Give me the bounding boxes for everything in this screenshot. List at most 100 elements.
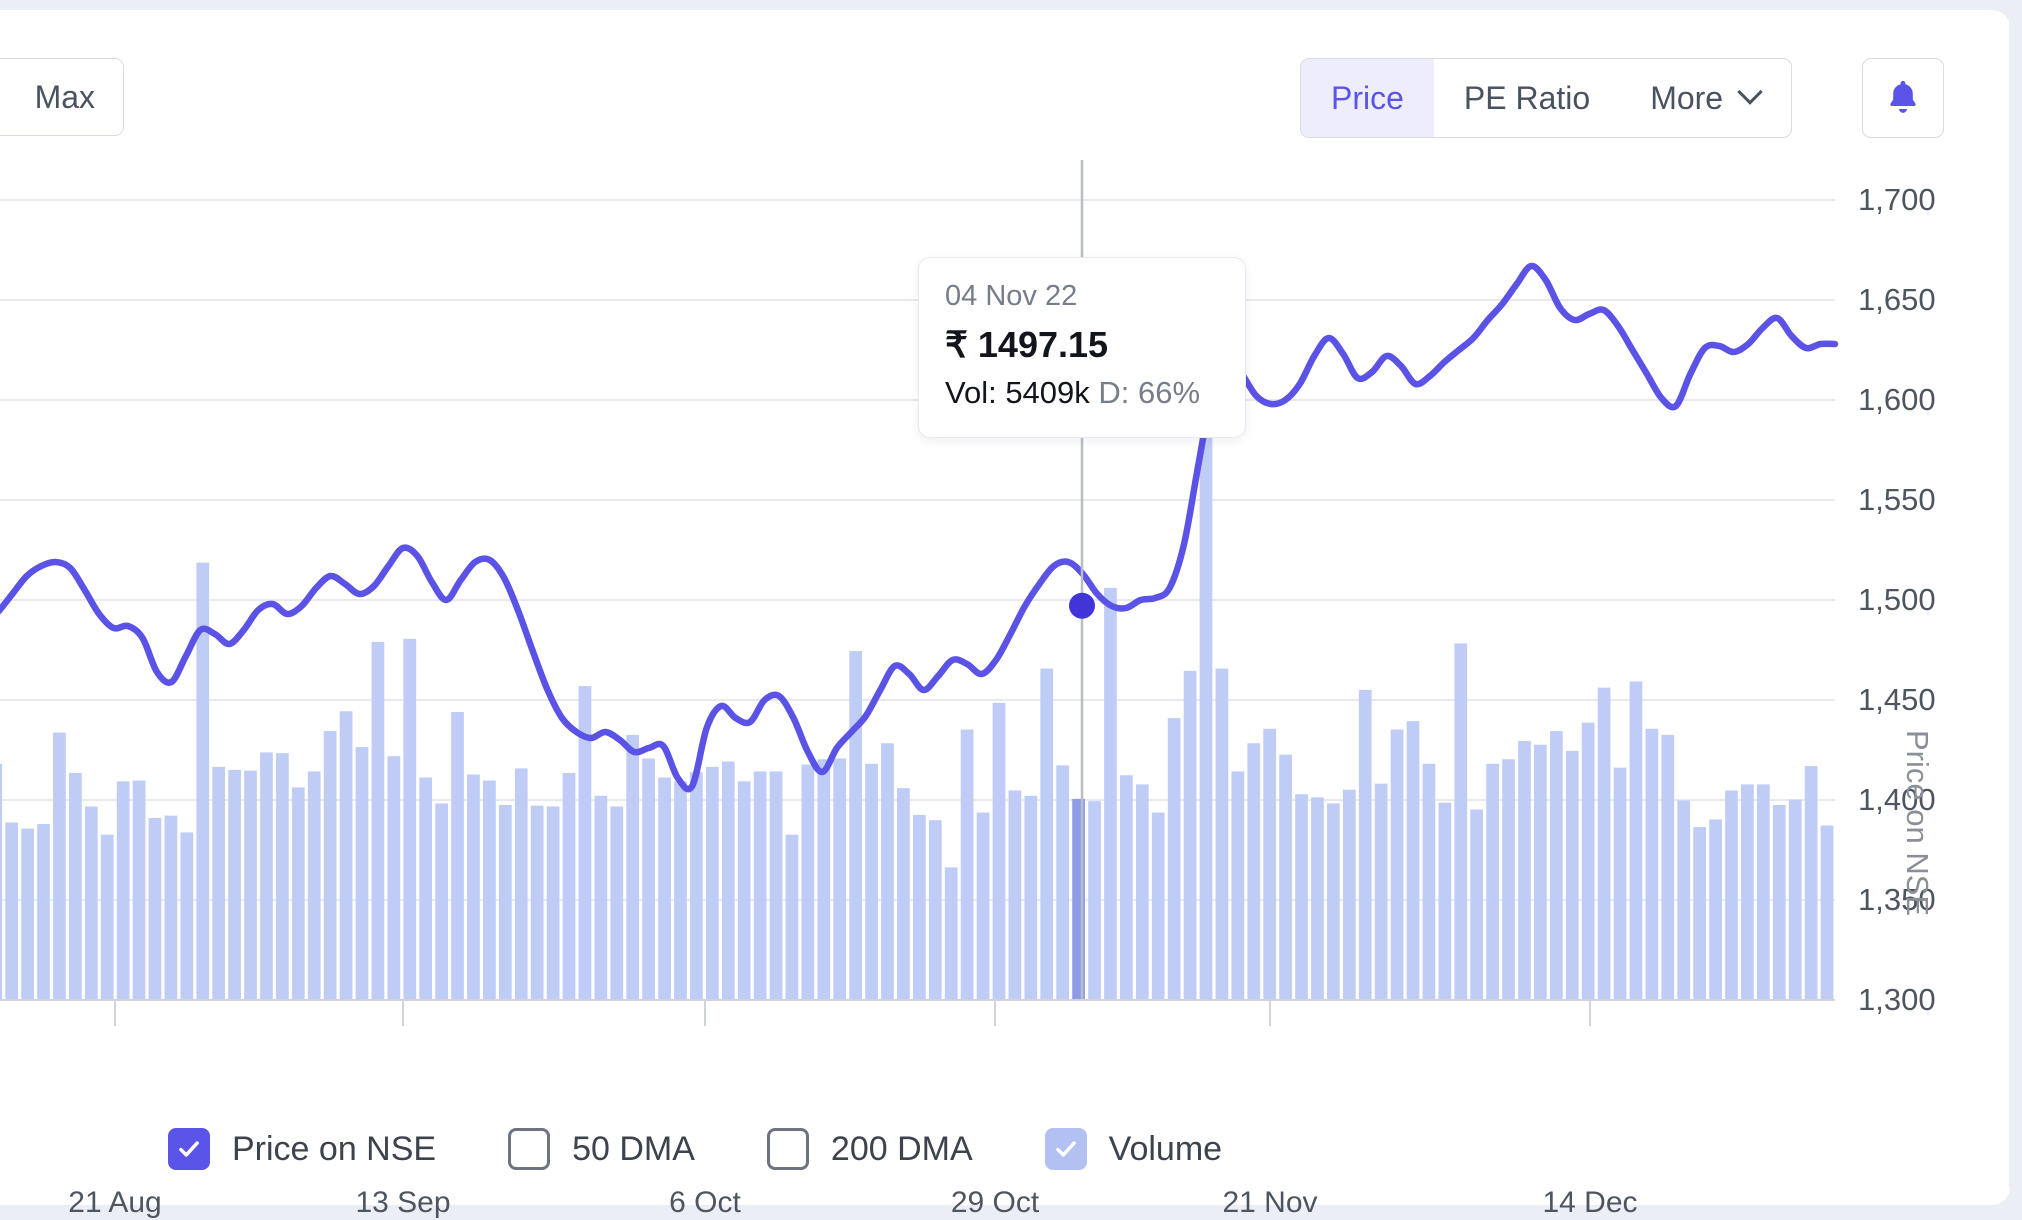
volume-bar bbox=[1056, 765, 1070, 1000]
legend-item-volume[interactable]: Volume bbox=[1044, 1128, 1223, 1170]
tooltip-volume-row: Vol: 5409k D: 66% bbox=[945, 375, 1219, 411]
x-axis-tick-label: 21 Nov bbox=[1222, 1186, 1318, 1219]
volume-bar bbox=[1247, 743, 1261, 1000]
volume-bar bbox=[37, 824, 50, 1000]
metric-selector-group: Price PE Ratio More bbox=[1300, 58, 1793, 138]
bell-icon bbox=[1890, 80, 1916, 113]
x-axis-tick-label: 29 Oct bbox=[950, 1186, 1040, 1219]
volume-bar bbox=[483, 780, 496, 1000]
volume-bar bbox=[1438, 802, 1452, 1000]
x-axis-tick-label: 13 Sep bbox=[355, 1186, 451, 1219]
volume-bar bbox=[148, 817, 162, 1000]
legend-label-volume: Volume bbox=[1108, 1129, 1223, 1168]
range-button-max[interactable]: Max bbox=[7, 59, 123, 135]
volume-bar bbox=[1215, 668, 1229, 1000]
volume-bar bbox=[530, 805, 544, 1000]
volume-bar bbox=[514, 768, 528, 1000]
legend-item-price-on-nse[interactable]: Price on NSE bbox=[168, 1128, 436, 1170]
volume-bar bbox=[1788, 799, 1802, 1000]
tooltip-date: 04 Nov 22 bbox=[945, 280, 1078, 312]
range-selector-group: 10Yr Max bbox=[0, 58, 125, 136]
legend-item-50-dma[interactable]: 50 DMA bbox=[508, 1128, 695, 1170]
checkbox-50-dma[interactable] bbox=[508, 1128, 551, 1170]
volume-bar bbox=[1661, 734, 1675, 1000]
volume-bar bbox=[387, 756, 401, 1000]
volume-bar bbox=[53, 732, 66, 1000]
volume-bar bbox=[116, 781, 130, 1000]
volume-bar bbox=[212, 766, 226, 1000]
volume-bar bbox=[68, 772, 82, 1000]
volume-bar bbox=[1502, 759, 1515, 1000]
y-axis-tick-label: 1,300 bbox=[1858, 982, 1936, 1017]
volume-bar bbox=[626, 734, 640, 1000]
volume-bar bbox=[1709, 819, 1722, 1000]
legend-label-price-on-nse: Price on NSE bbox=[232, 1129, 437, 1168]
volume-bar bbox=[833, 758, 847, 1000]
volume-bar bbox=[769, 771, 783, 1000]
volume-bar bbox=[1756, 784, 1770, 1000]
y-axis-tick-label: 1,650 bbox=[1858, 282, 1936, 317]
volume-bar bbox=[244, 770, 257, 1000]
volume-bar bbox=[323, 731, 337, 1000]
volume-bar bbox=[1741, 784, 1754, 1000]
y-axis-title: Price on NSE bbox=[1900, 730, 1935, 917]
volume-bar bbox=[339, 711, 353, 1000]
volume-bar bbox=[1677, 800, 1691, 1000]
volume-bar bbox=[1804, 766, 1818, 1000]
checkbox-200-dma[interactable] bbox=[766, 1128, 809, 1170]
volume-bar bbox=[928, 820, 942, 1000]
volume-bar bbox=[1024, 795, 1038, 1000]
legend-item-200-dma[interactable]: 200 DMA bbox=[766, 1128, 973, 1170]
volume-bar bbox=[912, 814, 926, 1000]
check-icon bbox=[179, 1141, 199, 1157]
volume-bar bbox=[1581, 722, 1595, 1000]
volume-bar bbox=[307, 771, 321, 1000]
volume-bar bbox=[1167, 718, 1181, 1000]
checkbox-price-on-nse[interactable] bbox=[168, 1128, 210, 1170]
x-axis-tick-label: 14 Dec bbox=[1542, 1186, 1638, 1219]
volume-bar bbox=[1725, 790, 1738, 1000]
alert-bell-button[interactable] bbox=[1862, 58, 1944, 138]
volume-bar bbox=[674, 781, 687, 1000]
y-axis-tick-label: 1,500 bbox=[1858, 582, 1936, 617]
volume-bar bbox=[785, 834, 799, 1000]
volume-bar bbox=[1629, 681, 1643, 1000]
volume-bar bbox=[658, 777, 671, 1000]
volume-bar bbox=[435, 803, 448, 1000]
volume-bar bbox=[817, 759, 831, 1000]
volume-bar bbox=[1311, 797, 1324, 1000]
price-marker-dot bbox=[1069, 592, 1095, 619]
y-axis-tick-label: 1,450 bbox=[1858, 682, 1936, 717]
y-axis-tick-label: 1,600 bbox=[1858, 382, 1936, 417]
volume-bar bbox=[1534, 744, 1547, 1000]
volume-bar bbox=[1263, 728, 1277, 1000]
volume-bar bbox=[1565, 750, 1579, 1000]
volume-bar bbox=[1613, 767, 1627, 1000]
volume-bar bbox=[5, 822, 19, 1000]
volume-bar bbox=[1104, 587, 1117, 1000]
volume-bar bbox=[705, 766, 719, 1000]
volume-bar bbox=[960, 729, 974, 1000]
volume-bar bbox=[1135, 784, 1149, 1000]
metric-tab-pe-ratio[interactable]: PE Ratio bbox=[1434, 59, 1620, 137]
volume-bar bbox=[1454, 643, 1468, 1000]
volume-bar bbox=[546, 806, 560, 1000]
volume-bar bbox=[451, 712, 464, 1000]
volume-bar bbox=[164, 815, 178, 1000]
volume-bar bbox=[1772, 804, 1786, 1000]
volume-bar bbox=[1119, 775, 1133, 1000]
legend-label-200-dma: 200 DMA bbox=[830, 1129, 973, 1168]
volume-bar bbox=[276, 753, 289, 1000]
check-icon bbox=[1055, 1141, 1076, 1157]
metric-tab-more[interactable]: More bbox=[1620, 59, 1791, 137]
volume-bar bbox=[371, 641, 385, 1000]
range-button-10yr[interactable]: 10Yr bbox=[0, 59, 7, 135]
chart-tooltip: 04 Nov 22 ₹ 1497.15 Vol: 5409k D: 66% bbox=[918, 257, 1246, 438]
volume-bar bbox=[1088, 801, 1101, 1000]
checkbox-volume[interactable] bbox=[1044, 1128, 1087, 1170]
metric-tab-price[interactable]: Price bbox=[1301, 59, 1434, 137]
volume-bar bbox=[1295, 794, 1308, 1000]
volume-bar bbox=[1040, 668, 1054, 1000]
volume-bar bbox=[1518, 740, 1531, 1000]
volume-bar bbox=[180, 832, 194, 1000]
